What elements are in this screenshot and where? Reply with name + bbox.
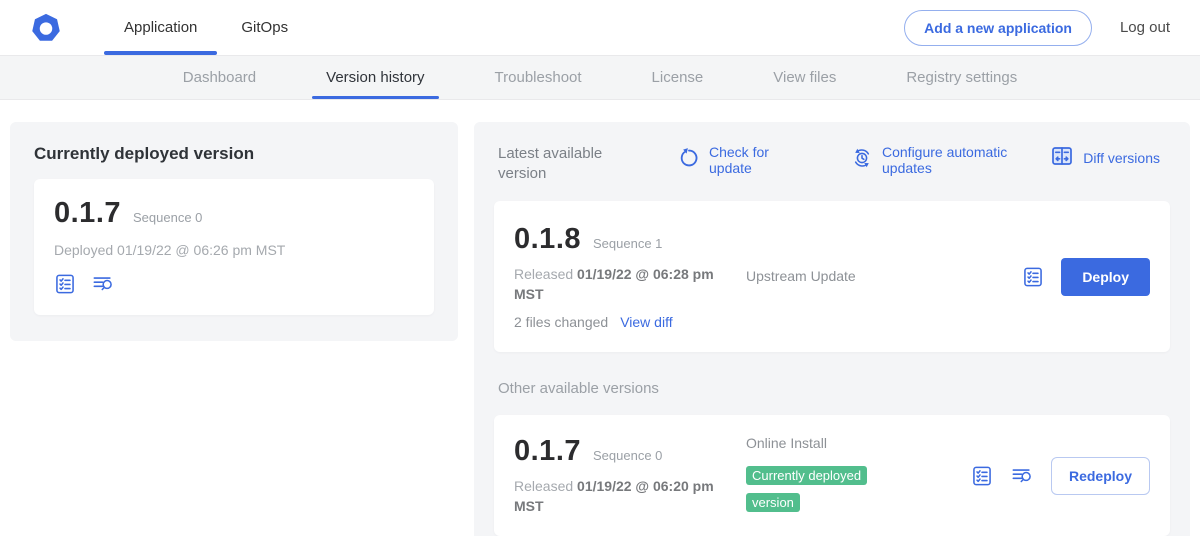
current-version-number: 0.1.7	[54, 197, 121, 230]
deployed-timestamp: Deployed 01/19/22 @ 06:26 pm MST	[54, 242, 414, 258]
latest-version-card: 0.1.8 Sequence 1 Released 01/19/22 @ 06:…	[494, 201, 1170, 352]
redeploy-button[interactable]: Redeploy	[1051, 457, 1150, 495]
latest-available-title: Latest available version	[498, 144, 646, 183]
other-released-timestamp: Released 01/19/22 @ 06:20 pm MST	[514, 477, 719, 516]
preflight-checks-icon[interactable]	[971, 465, 993, 487]
check-for-update-button[interactable]: Check for update	[678, 144, 787, 176]
replicated-logo-icon	[28, 10, 64, 46]
top-header: Application GitOps Add a new application…	[0, 0, 1200, 56]
header-tabs: Application GitOps	[102, 0, 310, 55]
subnav-version-history-label: Version history	[326, 69, 424, 86]
current-version-actions	[54, 273, 414, 295]
deploy-logs-icon[interactable]	[1010, 465, 1034, 487]
latest-version-info: 0.1.8 Sequence 1 Released 01/19/22 @ 06:…	[514, 223, 726, 330]
version-row: 0.1.7 Sequence 0	[54, 197, 414, 230]
current-sequence-label: Sequence 0	[133, 210, 202, 225]
refresh-icon	[678, 147, 700, 174]
currently-deployed-title: Currently deployed version	[34, 144, 434, 164]
subnav-item-view-files[interactable]: View files	[759, 56, 850, 99]
logout-button[interactable]: Log out	[1120, 19, 1170, 36]
other-version-info: 0.1.7 Sequence 0 Released 01/19/22 @ 06:…	[514, 435, 726, 516]
currently-deployed-panel: Currently deployed version 0.1.7 Sequenc…	[10, 122, 458, 341]
tab-gitops[interactable]: GitOps	[219, 0, 310, 55]
preflight-checks-icon[interactable]	[54, 273, 76, 295]
version-row: 0.1.7 Sequence 0	[514, 435, 726, 468]
currently-deployed-card: 0.1.7 Sequence 0 Deployed 01/19/22 @ 06:…	[34, 179, 434, 315]
other-version-source: Online Install Currently deployed versio…	[726, 435, 971, 516]
diff-versions-label: Diff versions	[1083, 150, 1160, 166]
released-word: Released	[514, 266, 577, 282]
diff-versions-button[interactable]: Diff versions	[1050, 144, 1160, 173]
tab-gitops-label: GitOps	[241, 19, 288, 36]
subnav-item-license[interactable]: License	[638, 56, 718, 99]
latest-version-number: 0.1.8	[514, 223, 581, 256]
other-version-number: 0.1.7	[514, 435, 581, 468]
latest-sequence-label: Sequence 1	[593, 236, 662, 251]
subnav-item-troubleshoot[interactable]: Troubleshoot	[481, 56, 596, 99]
check-for-update-label: Check for update	[709, 144, 787, 176]
tab-application[interactable]: Application	[102, 0, 219, 55]
other-versions-title: Other available versions	[498, 380, 1166, 397]
deploy-button[interactable]: Deploy	[1061, 258, 1150, 296]
other-sequence-label: Sequence 0	[593, 448, 662, 463]
subnav-item-dashboard[interactable]: Dashboard	[169, 56, 270, 99]
other-version-card: 0.1.7 Sequence 0 Released 01/19/22 @ 06:…	[494, 415, 1170, 536]
version-history-panel: Latest available version Check for updat…	[474, 122, 1190, 536]
subnav-item-version-history[interactable]: Version history	[312, 56, 438, 99]
latest-available-header: Latest available version Check for updat…	[494, 142, 1170, 183]
files-changed-label: 2 files changed	[514, 314, 608, 330]
subnav-registry-settings-label: Registry settings	[906, 69, 1017, 86]
configure-automatic-updates-label: Configure automatic updates	[882, 144, 1042, 176]
source-label: Online Install	[746, 435, 827, 451]
released-word: Released	[514, 478, 577, 494]
deploy-logs-icon[interactable]	[91, 273, 115, 295]
currently-deployed-badge: Currently deployed version	[746, 466, 867, 511]
latest-released-timestamp: Released 01/19/22 @ 06:28 pm MST	[514, 265, 719, 304]
subnav-item-registry-settings[interactable]: Registry settings	[892, 56, 1031, 99]
subnav-view-files-label: View files	[773, 69, 836, 86]
add-application-button[interactable]: Add a new application	[904, 10, 1092, 46]
files-changed-row: 2 files changed View diff	[514, 314, 726, 330]
subnav-license-label: License	[652, 69, 704, 86]
main-content: Currently deployed version 0.1.7 Sequenc…	[0, 100, 1200, 536]
preflight-checks-icon[interactable]	[1022, 266, 1044, 288]
view-diff-link[interactable]: View diff	[620, 314, 672, 330]
tab-application-label: Application	[124, 19, 197, 36]
other-version-actions: Redeploy	[971, 457, 1150, 495]
source-label: Upstream Update	[746, 268, 856, 284]
diff-icon	[1050, 144, 1074, 173]
header-right: Add a new application Log out	[904, 10, 1170, 46]
subnav-troubleshoot-label: Troubleshoot	[495, 69, 582, 86]
latest-version-actions: Deploy	[1022, 258, 1150, 296]
latest-version-source: Upstream Update	[726, 268, 1022, 286]
configure-automatic-updates-button[interactable]: Configure automatic updates	[851, 144, 1042, 176]
app-subnav: Dashboard Version history Troubleshoot L…	[0, 56, 1200, 100]
schedule-update-icon	[851, 147, 873, 174]
currently-deployed-badge-wrap: Currently deployed version	[746, 463, 898, 516]
version-row: 0.1.8 Sequence 1	[514, 223, 726, 256]
subnav-dashboard-label: Dashboard	[183, 69, 256, 86]
